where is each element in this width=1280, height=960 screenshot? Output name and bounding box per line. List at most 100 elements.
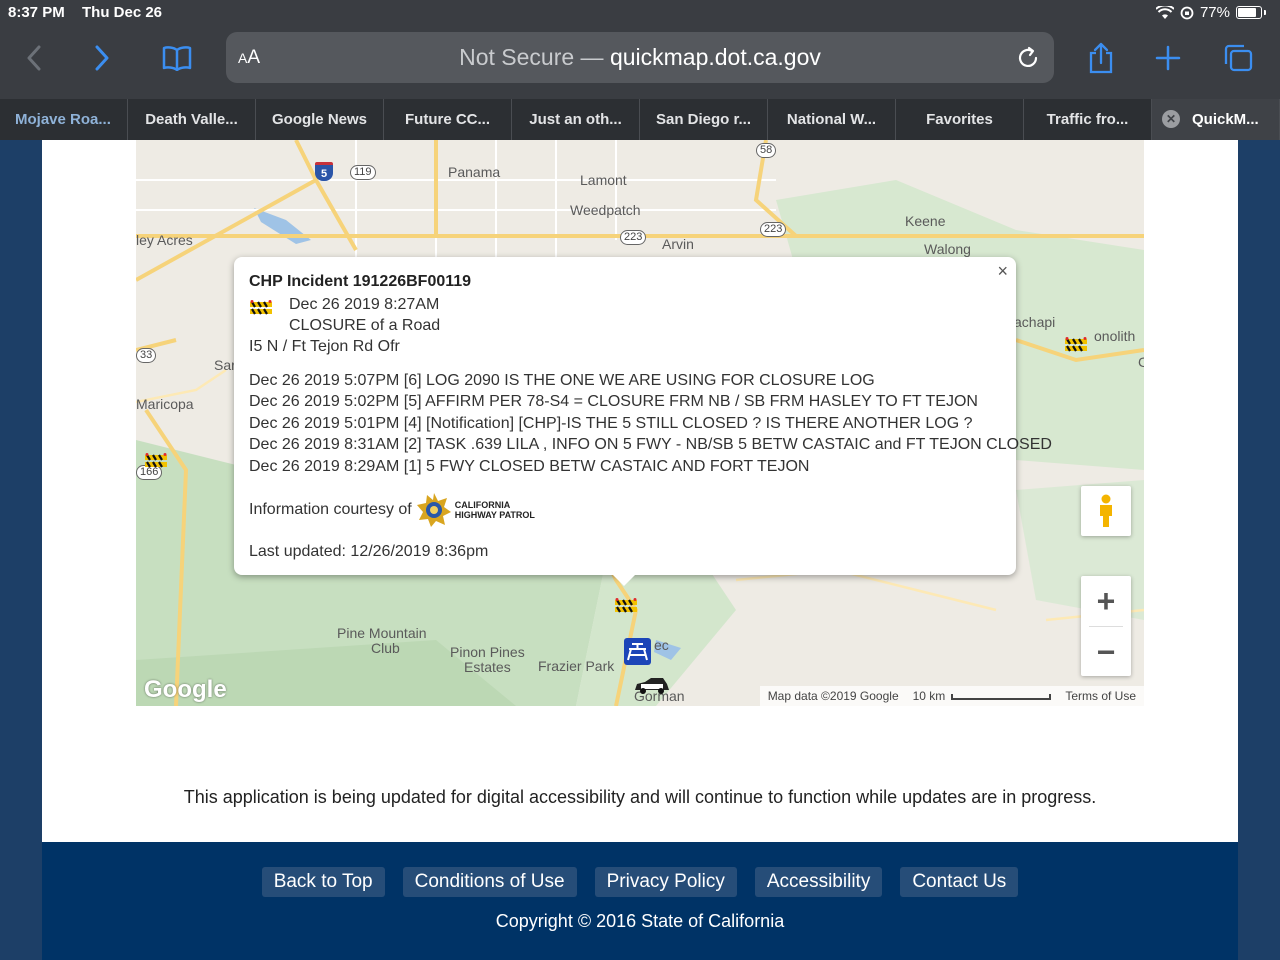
map-label-arvin: Arvin: [662, 236, 694, 252]
map-label-achapi: achapi: [1014, 314, 1056, 330]
wifi-icon: [1155, 5, 1174, 19]
contact-us-link[interactable]: Contact Us: [900, 867, 1019, 897]
forward-button[interactable]: [82, 38, 122, 78]
map-scale: 10 km: [913, 689, 1052, 703]
tabs-icon: [1224, 44, 1253, 72]
tab-national-w[interactable]: National W...: [768, 99, 896, 140]
zoom-in-button[interactable]: +: [1081, 576, 1131, 626]
road-closure-marker[interactable]: [144, 453, 168, 469]
share-icon: [1089, 42, 1113, 74]
map-label-ley-acres: ley Acres: [136, 232, 193, 248]
reload-icon[interactable]: [1014, 44, 1042, 72]
not-secure-label: Not Secure —: [459, 44, 604, 70]
share-button[interactable]: [1081, 38, 1121, 78]
bookmarks-button[interactable]: [157, 38, 197, 78]
incident-popup: × CHP Incident 191226BF00119 Dec 26 2019…: [234, 257, 1052, 586]
chevron-right-icon: [95, 45, 109, 71]
tab-google-news[interactable]: Google News: [256, 99, 384, 140]
map-label-c: C: [1138, 354, 1144, 370]
log-entry: Dec 26 2019 8:31AM [2] TASK .639 LILA , …: [249, 436, 1052, 454]
map-label-sar: Sar: [214, 357, 236, 373]
close-popup-button[interactable]: ×: [997, 261, 1008, 282]
map-attribution: Map data ©2019 Google: [767, 689, 899, 703]
map-footer: Map data ©2019 Google 10 km Terms of Use: [759, 686, 1144, 706]
road-closure-marker-selected[interactable]: [614, 598, 638, 614]
plus-icon: [1155, 45, 1181, 71]
back-to-top-button[interactable]: Back to Top: [261, 867, 385, 897]
tab-mojave-road[interactable]: Mojave Roa...: [0, 99, 128, 140]
tab-quickmap[interactable]: ✕ QuickM...: [1152, 99, 1280, 140]
courtesy-line: Information courtesy of CALIFORNIA HIGHW…: [249, 492, 1001, 528]
map-label-pinon-pines: Pinon Pines: [450, 644, 525, 660]
tab-strip: Mojave Roa... Death Valle... Google News…: [0, 99, 1280, 140]
chevron-left-icon: [27, 45, 41, 71]
url-display[interactable]: Not Secure — quickmap.dot.ca.gov: [226, 44, 1054, 71]
map-label-lamont: Lamont: [580, 172, 627, 188]
address-bar[interactable]: AA Not Secure — quickmap.dot.ca.gov: [226, 32, 1054, 83]
footer-links: Back to Top Conditions of Use Privacy Po…: [42, 867, 1238, 897]
interstate-5-shield: 5: [315, 162, 333, 181]
tab-future-cc[interactable]: Future CC...: [384, 99, 512, 140]
chp-car-icon[interactable]: [633, 676, 671, 696]
incident-title: CHP Incident 191226BF00119: [249, 273, 472, 290]
route-58-shield: 58: [756, 143, 777, 158]
accessibility-notice: This application is being updated for di…: [183, 787, 1097, 807]
site-footer: Back to Top Conditions of Use Privacy Po…: [42, 842, 1238, 960]
battery-icon: [1236, 6, 1262, 19]
map-terms-link[interactable]: Terms of Use: [1065, 689, 1136, 703]
show-tabs-button[interactable]: [1218, 38, 1258, 78]
map-label-pine-mountain: Pine Mountain: [337, 625, 427, 641]
conditions-of-use-link[interactable]: Conditions of Use: [402, 867, 577, 897]
new-tab-button[interactable]: [1148, 38, 1188, 78]
url-domain: quickmap.dot.ca.gov: [609, 44, 821, 70]
accessibility-link[interactable]: Accessibility: [754, 867, 883, 897]
tab-traffic[interactable]: Traffic fro...: [1024, 99, 1152, 140]
popup-pointer: [612, 574, 636, 586]
log-entry: Dec 26 2019 5:02PM [5] AFFIRM PER 78-S4 …: [249, 393, 978, 411]
tab-favorites[interactable]: Favorites: [896, 99, 1024, 140]
rest-area-icon[interactable]: [624, 638, 651, 665]
google-logo: Google: [144, 676, 227, 703]
log-entry: Dec 26 2019 5:01PM [4] [Notification] [C…: [249, 414, 973, 432]
map-label-weedpatch: Weedpatch: [570, 202, 641, 218]
courtesy-text: Information courtesy of: [249, 501, 412, 519]
chp-logo-line2: HIGHWAY PATROL: [454, 510, 535, 521]
browser-chrome: 8:37 PM Thu Dec 26 77% AA Not Secure — q…: [0, 0, 1280, 140]
incident-datetime: Dec 26 2019 8:27AM: [289, 296, 440, 313]
chp-logo: CALIFORNIA HIGHWAY PATROL: [416, 492, 535, 528]
incident-location: I5 N / Ft Tejon Rd Ofr: [249, 338, 400, 355]
copyright: Copyright © 2016 State of California: [495, 911, 785, 931]
battery-percent: 77%: [1199, 4, 1230, 21]
log-entry: Dec 26 2019 5:07PM [6] LOG 2090 IS THE O…: [249, 372, 875, 389]
last-updated: Last updated: 12/26/2019 8:36pm: [249, 543, 489, 561]
log-entry: Dec 26 2019 8:29AM [1] 5 FWY CLOSED BETW…: [249, 457, 810, 475]
incident-type: CLOSURE of a Road: [289, 317, 441, 334]
pegman-icon: [1100, 494, 1112, 527]
zoom-control: + −: [1081, 576, 1131, 676]
close-tab-icon[interactable]: ✕: [1162, 110, 1180, 128]
map-label-onolith: onolith: [1094, 328, 1136, 344]
map-label-frazier-park: Frazier Park: [538, 658, 615, 674]
zoom-out-button[interactable]: −: [1081, 627, 1131, 677]
tab-quickmap-label: QuickM...: [1192, 111, 1259, 128]
tab-just-an-other[interactable]: Just an oth...: [512, 99, 640, 140]
status-time: 8:37 PM: [8, 4, 65, 21]
incident-log: Dec 26 2019 5:07PM [6] LOG 2090 IS THE O…: [249, 370, 1052, 477]
chp-logo-line1: CALIFORNIA: [454, 500, 511, 511]
privacy-policy-link[interactable]: Privacy Policy: [594, 867, 737, 897]
route-223-shield-east: 223: [760, 222, 787, 237]
map-label-estates: Estates: [464, 659, 511, 675]
tab-san-diego[interactable]: San Diego r...: [640, 99, 768, 140]
map-label-club: Club: [371, 640, 400, 656]
tab-death-valley[interactable]: Death Valle...: [128, 99, 256, 140]
map-label-maricopa: Maricopa: [136, 396, 194, 412]
map-label-panama: Panama: [448, 164, 501, 180]
map-label-keene: Keene: [905, 213, 946, 229]
page-content: Panama Lamont Weedpatch Arvin Keene Walo…: [42, 140, 1238, 842]
back-button[interactable]: [14, 38, 54, 78]
street-view-pegman[interactable]: [1081, 486, 1131, 536]
status-bar: 8:37 PM Thu Dec 26 77%: [0, 0, 1280, 26]
map[interactable]: Panama Lamont Weedpatch Arvin Keene Walo…: [136, 140, 1144, 706]
road-closure-marker-east[interactable]: [1064, 337, 1088, 353]
map-label-walong: Walong: [924, 241, 971, 257]
